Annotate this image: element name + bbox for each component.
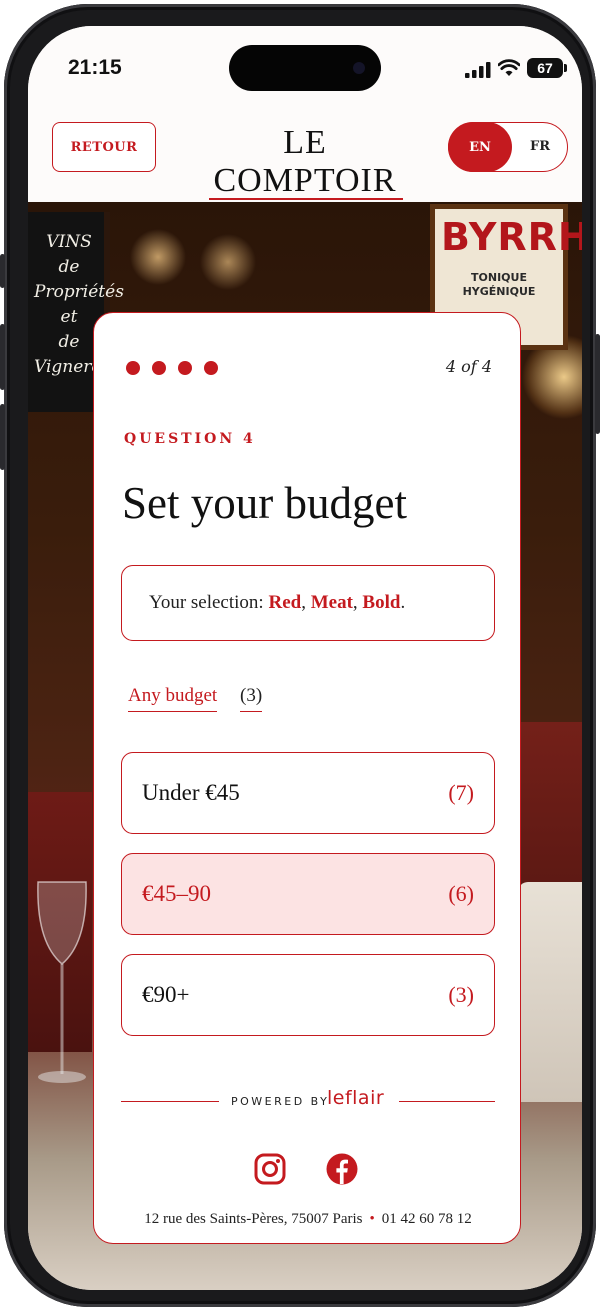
- progress-dots: [126, 361, 218, 375]
- battery-tip: [564, 64, 567, 72]
- logo-underline: [209, 198, 403, 200]
- selection-item: Bold: [362, 592, 401, 613]
- lang-en-option[interactable]: EN: [448, 122, 512, 172]
- selection-item: Meat: [310, 592, 353, 613]
- selection-summary: Your selection: Red, Meat, Bold.: [121, 565, 495, 641]
- poster-title: BYRRH: [441, 215, 582, 259]
- street-address: 12 rue des Saints-Pères, 75007 Paris: [144, 1211, 363, 1227]
- powered-by-text: POWERED BY: [231, 1095, 330, 1108]
- progress-dot: [152, 361, 166, 375]
- budget-option-90-plus[interactable]: €90+ (3): [121, 954, 495, 1036]
- instagram-icon[interactable]: [254, 1153, 286, 1185]
- back-button[interactable]: RETOUR: [52, 122, 156, 172]
- any-budget-link[interactable]: Any budget: [128, 685, 218, 712]
- phone-number[interactable]: 01 42 60 78 12: [382, 1211, 472, 1227]
- dynamic-island: [229, 45, 381, 91]
- mute-switch: [0, 254, 5, 288]
- option-count: (3): [448, 982, 474, 1007]
- step-counter: 4 of 4: [445, 357, 492, 376]
- budget-option-under-45[interactable]: Under €45 (7): [121, 752, 495, 834]
- divider-left: [121, 1101, 219, 1103]
- chalk-line: VINS: [46, 232, 92, 252]
- divider-right: [399, 1101, 495, 1103]
- lang-fr-option[interactable]: FR: [513, 123, 567, 170]
- wifi-icon: [498, 59, 520, 76]
- camera-icon: [353, 62, 365, 74]
- volume-down-button: [0, 404, 5, 470]
- progress-dot: [204, 361, 218, 375]
- volume-up-button: [0, 324, 5, 390]
- poster-subtitle: TONIQUE HYGÉNIQUE: [462, 271, 536, 298]
- option-label: €90+: [142, 982, 190, 1007]
- power-button: [595, 334, 600, 434]
- wine-glass-icon: [37, 881, 87, 1083]
- tablecloth: [518, 882, 582, 1102]
- restaurant-logo: LE COMPTOIR: [213, 124, 397, 199]
- powered-by-row: POWERED BY leflair: [121, 1087, 495, 1111]
- question-label: QUESTION 4: [124, 431, 256, 447]
- option-count: (7): [448, 780, 474, 805]
- quiz-card: 4 of 4 QUESTION 4 Set your budget Your s…: [93, 312, 521, 1244]
- budget-option-45-90[interactable]: €45–90 (6): [121, 853, 495, 935]
- status-bar: 21:15 67: [28, 26, 582, 98]
- language-toggle[interactable]: EN FR: [448, 122, 568, 172]
- option-label: €45–90: [142, 881, 211, 906]
- signal-icon: [465, 62, 491, 78]
- option-label: Under €45: [142, 780, 240, 805]
- app-header: RETOUR LE COMPTOIR EN FR: [28, 98, 582, 202]
- selection-prefix: Your selection:: [149, 592, 264, 613]
- question-title: Set your budget: [122, 478, 407, 528]
- address-line: 12 rue des Saints-Pères, 75007 Paris • 01 …: [94, 1211, 522, 1228]
- screen: 21:15 67 RETOUR LE COMPTOIR EN FR VINS d…: [28, 26, 582, 1290]
- progress-dot: [126, 361, 140, 375]
- phone-frame: 21:15 67 RETOUR LE COMPTOIR EN FR VINS d…: [0, 4, 600, 1307]
- chalk-line: Propriétés: [34, 282, 124, 302]
- any-budget-count: (3): [240, 685, 263, 712]
- bullet-separator: •: [369, 1211, 375, 1227]
- chalk-line: de: [58, 257, 80, 277]
- progress-dot: [178, 361, 192, 375]
- status-time: 21:15: [68, 56, 122, 79]
- facebook-icon[interactable]: [326, 1153, 358, 1185]
- battery-indicator: 67: [527, 58, 563, 78]
- option-count: (6): [448, 881, 474, 906]
- leflair-logo[interactable]: leflair: [327, 1087, 384, 1109]
- selection-item: Red: [268, 592, 302, 613]
